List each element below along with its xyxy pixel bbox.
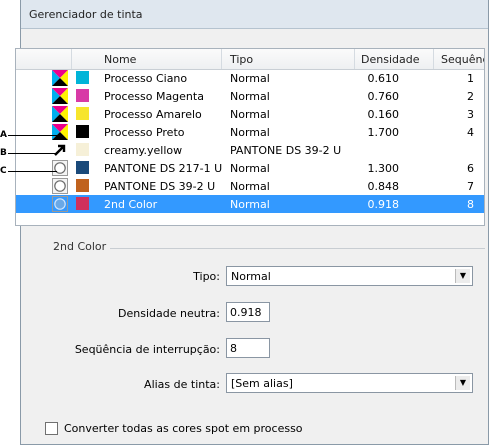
sequence-input-value: 8 xyxy=(230,342,237,355)
callout-b-leader xyxy=(8,153,57,154)
ink-type: Normal xyxy=(230,108,270,121)
table-header: Nome Tipo Densidade Sequênc xyxy=(16,49,484,70)
ink-row[interactable]: Processo Preto Normal 1.700 4 xyxy=(16,123,484,141)
ink-sequence: 8 xyxy=(467,198,474,211)
ink-swatch xyxy=(76,89,89,102)
ink-swatch xyxy=(76,179,89,192)
ink-name: Processo Ciano xyxy=(104,72,188,85)
ink-name: Processo Preto xyxy=(104,126,185,139)
ink-name: Processo Amarelo xyxy=(104,108,202,121)
ink-row[interactable]: Processo Ciano Normal 0.610 1 xyxy=(16,69,484,87)
ink-type: Normal xyxy=(230,72,270,85)
header-separator xyxy=(354,49,355,69)
ink-sequence: 2 xyxy=(467,90,474,103)
density-input[interactable]: 0.918 xyxy=(226,302,270,322)
header-separator xyxy=(71,49,72,69)
type-select-value: Normal xyxy=(231,270,271,283)
ink-row[interactable]: PANTONE DS 39-2 U Normal 0.848 7 xyxy=(16,177,484,195)
dialog-title: Gerenciador de tinta xyxy=(29,8,143,21)
section-title: 2nd Color xyxy=(53,240,107,253)
alias-arrow-icon xyxy=(52,142,68,158)
callout-c: C xyxy=(0,166,7,176)
ink-sequence: 4 xyxy=(467,126,474,139)
ink-name: 2nd Color xyxy=(104,198,158,211)
ink-type: Normal xyxy=(230,90,270,103)
ink-sequence: 1 xyxy=(467,72,474,85)
ink-row[interactable]: PANTONE DS 217-1 U Normal 1.300 6 xyxy=(16,159,484,177)
ink-sequence: 6 xyxy=(467,162,474,175)
density-label: Densidade neutra: xyxy=(118,307,220,320)
ink-swatch xyxy=(76,71,89,84)
ink-row[interactable]: Processo Amarelo Normal 0.160 3 xyxy=(16,105,484,123)
alias-select[interactable]: [Sem alias] ▼ xyxy=(226,373,473,393)
callout-b: B xyxy=(0,148,7,158)
sequence-label: Seqüência de interrupção: xyxy=(74,343,220,356)
title-bar: Gerenciador de tinta xyxy=(21,0,488,29)
ink-type: Normal xyxy=(230,180,270,193)
spot-color-icon xyxy=(52,160,68,176)
process-cmyk-icon xyxy=(52,70,68,86)
header-density[interactable]: Densidade xyxy=(361,53,419,66)
process-cmyk-icon xyxy=(52,124,68,140)
ink-type: Normal xyxy=(230,126,270,139)
ink-sequence: 3 xyxy=(467,108,474,121)
ink-type: Normal xyxy=(230,162,270,175)
chevron-down-icon[interactable]: ▼ xyxy=(455,269,470,283)
process-cmyk-icon xyxy=(52,106,68,122)
spot-color-icon xyxy=(52,178,68,194)
sequence-input[interactable]: 8 xyxy=(226,338,270,358)
ink-name: PANTONE DS 39-2 U xyxy=(104,180,216,193)
section-divider xyxy=(110,248,485,249)
convert-spot-checkbox[interactable] xyxy=(45,422,58,435)
alias-select-value: [Sem alias] xyxy=(231,377,293,390)
callout-c-leader xyxy=(8,171,57,172)
ink-row[interactable]: Processo Magenta Normal 0.760 2 xyxy=(16,87,484,105)
ink-density: 0.760 xyxy=(367,90,400,103)
spot-color-icon xyxy=(52,196,68,212)
ink-name: Processo Magenta xyxy=(104,90,204,103)
ink-density: 0.918 xyxy=(367,198,400,211)
process-cmyk-icon xyxy=(52,88,68,104)
ink-name: PANTONE DS 217-1 U xyxy=(104,162,223,175)
callout-a: A xyxy=(0,130,7,140)
header-name[interactable]: Nome xyxy=(104,53,136,66)
ink-density: 0.160 xyxy=(367,108,400,121)
ink-swatch xyxy=(76,107,89,120)
ink-swatch xyxy=(76,161,89,174)
ink-name: creamy.yellow xyxy=(104,144,183,157)
header-separator xyxy=(433,49,434,69)
ink-sequence: 7 xyxy=(467,180,474,193)
header-type[interactable]: Tipo xyxy=(230,53,253,66)
ink-swatch xyxy=(76,125,89,138)
header-sequence[interactable]: Sequênc xyxy=(441,53,484,66)
callout-a-leader xyxy=(8,135,57,136)
ink-row[interactable]: 2nd Color Normal 0.918 8 xyxy=(16,195,484,213)
header-separator xyxy=(221,49,222,69)
ink-density: 0.610 xyxy=(367,72,400,85)
ink-row[interactable]: creamy.yellow PANTONE DS 39-2 U xyxy=(16,141,484,159)
ink-list-table: Nome Tipo Densidade Sequênc Processo Cia… xyxy=(15,48,485,226)
ink-density: 1.700 xyxy=(367,126,400,139)
ink-swatch xyxy=(76,143,89,156)
ink-density: 0.848 xyxy=(367,180,400,193)
type-select[interactable]: Normal ▼ xyxy=(226,266,473,286)
ink-type: PANTONE DS 39-2 U xyxy=(230,144,342,157)
convert-spot-label[interactable]: Converter todas as cores spot em process… xyxy=(64,422,303,435)
alias-label: Alias de tinta: xyxy=(144,378,220,391)
density-input-value: 0.918 xyxy=(230,306,262,319)
type-label: Tipo: xyxy=(193,270,220,283)
ink-density: 1.300 xyxy=(367,162,400,175)
chevron-down-icon[interactable]: ▼ xyxy=(455,376,470,390)
ink-type: Normal xyxy=(230,198,270,211)
ink-swatch xyxy=(76,197,89,210)
